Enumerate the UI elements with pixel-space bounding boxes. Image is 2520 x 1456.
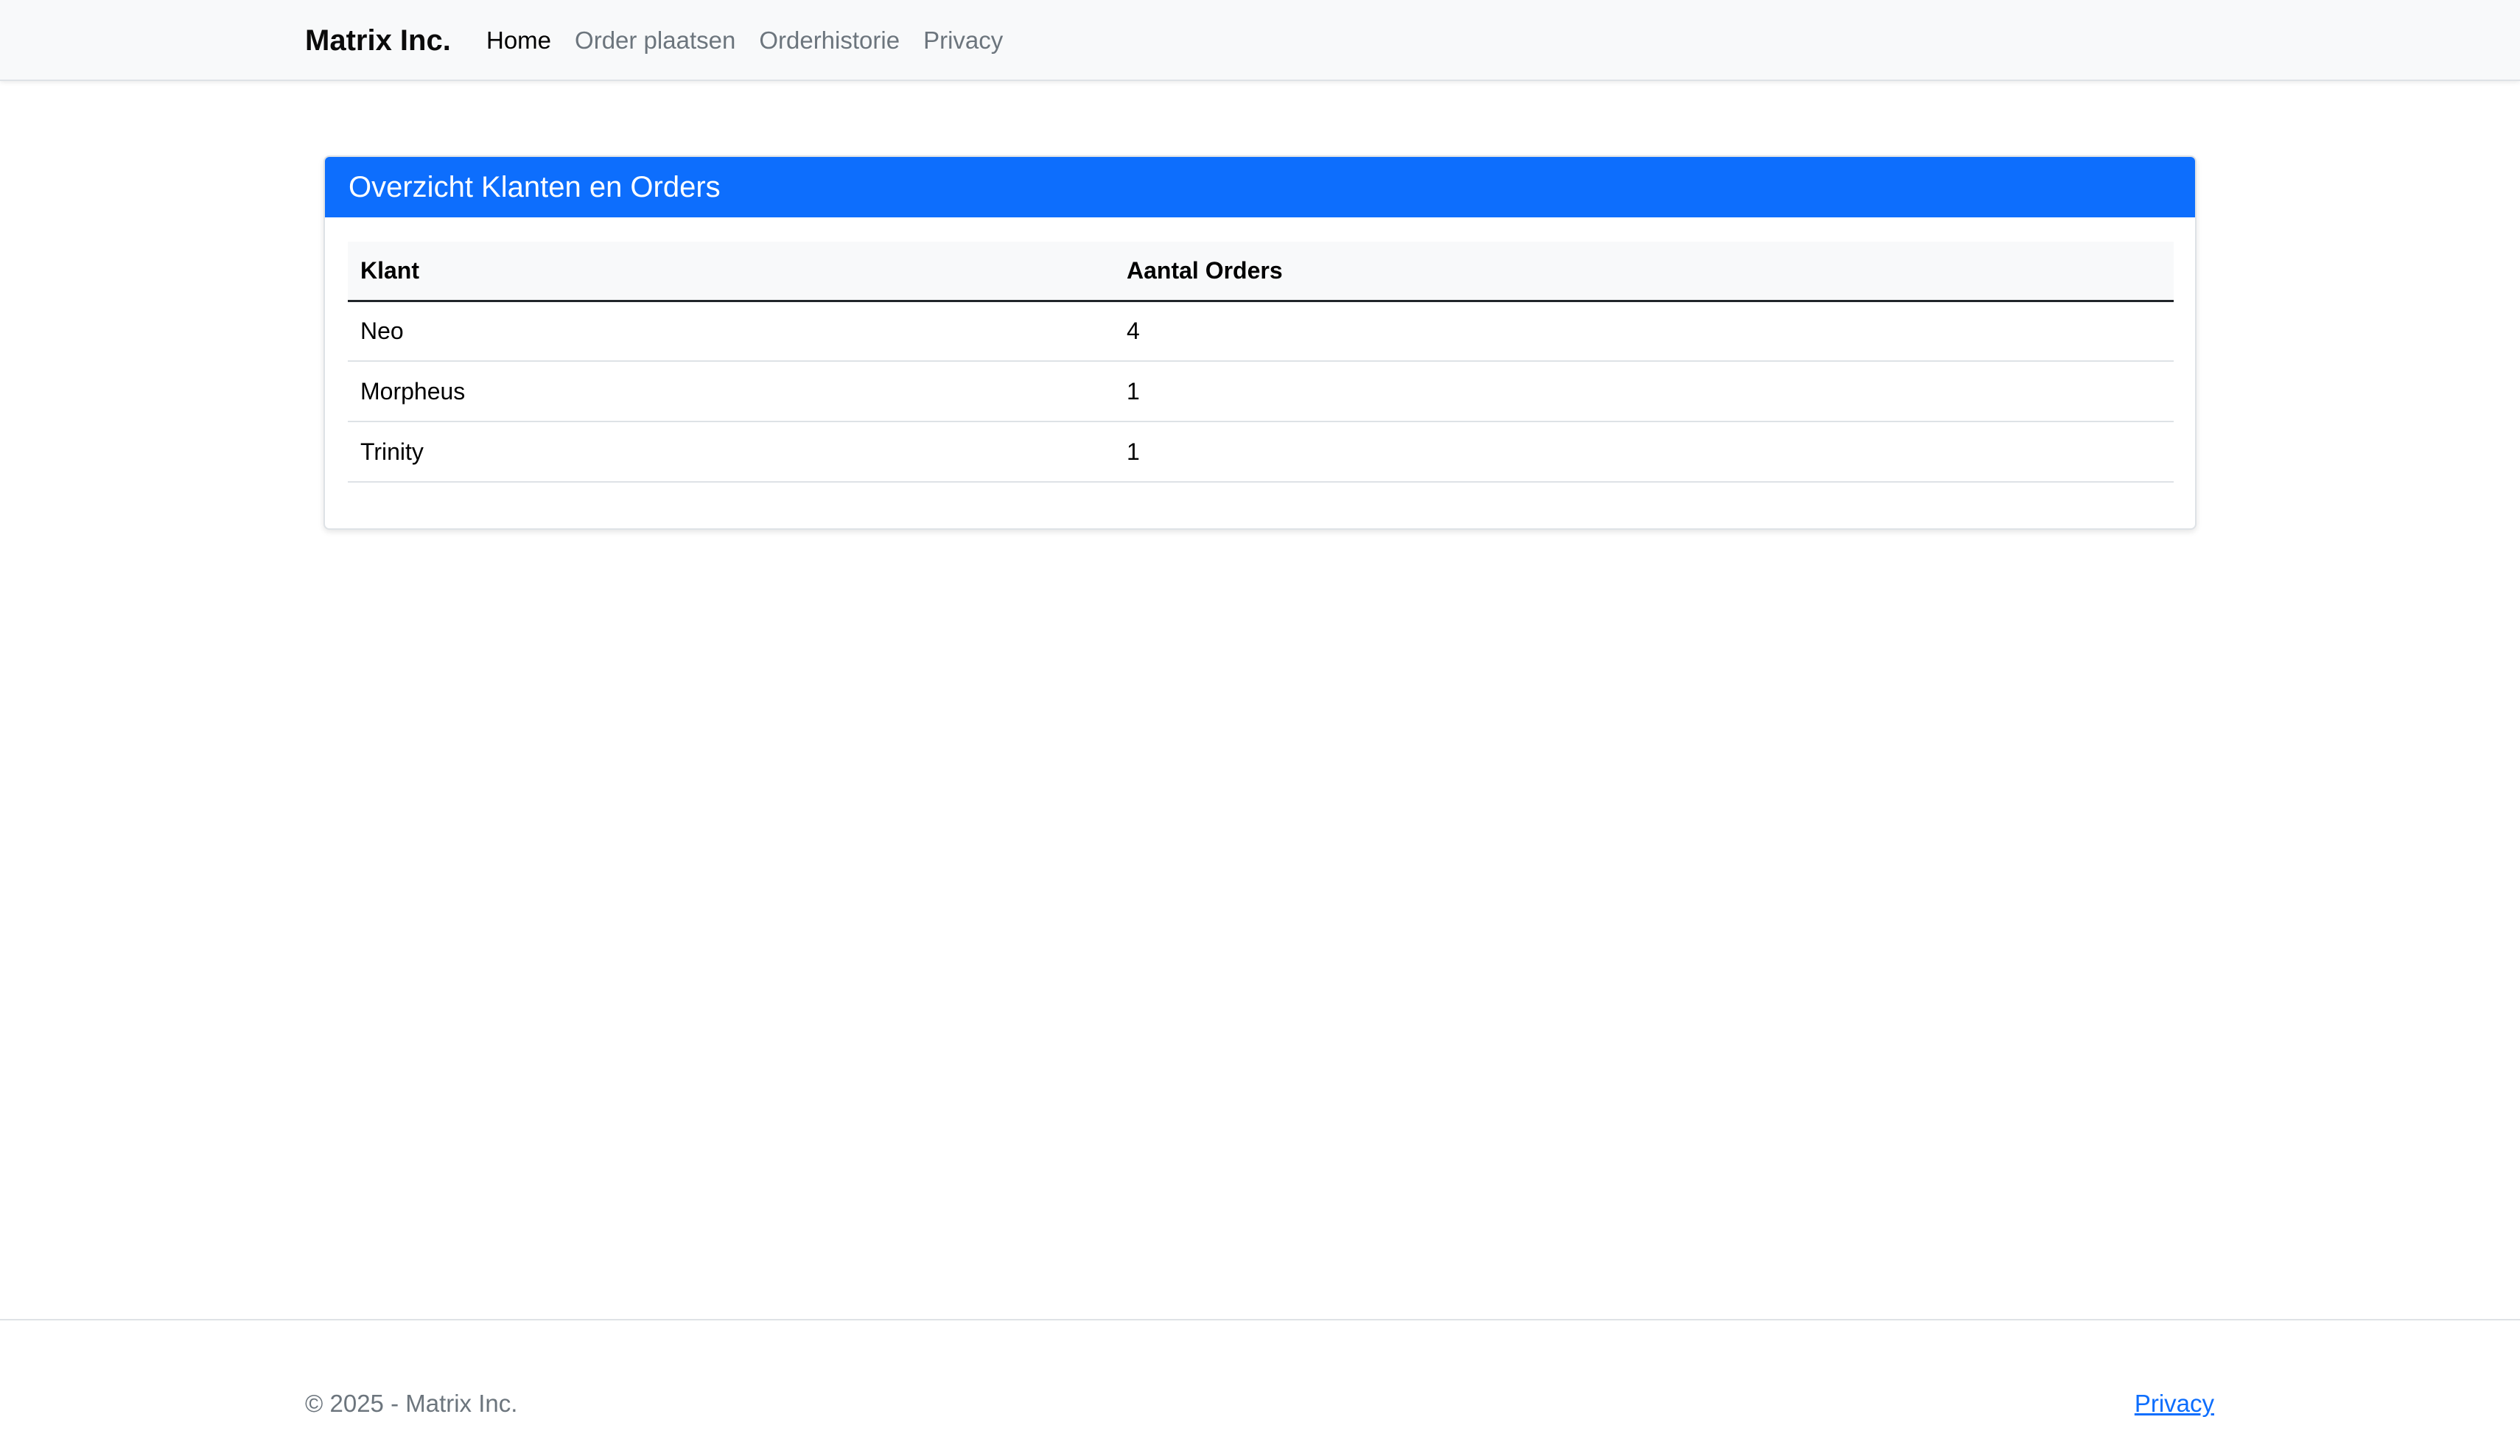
column-header-aantal-orders: Aantal Orders [1114,242,2174,302]
customers-orders-card: Overzicht Klanten en Orders Klant Aantal… [323,155,2197,530]
cell-klant: Neo [348,301,1114,362]
cell-aantal-orders: 1 [1114,361,2174,422]
nav-links: Home Order plaatsen Orderhistorie Privac… [486,0,1026,81]
nav-link-privacy[interactable]: Privacy [923,27,1003,55]
table-header-row: Klant Aantal Orders [348,242,2174,302]
cell-aantal-orders: 1 [1114,421,2174,483]
nav-link-order-plaatsen[interactable]: Order plaatsen [575,27,735,55]
copyright-text: © 2025 - Matrix Inc. [305,1390,518,1417]
footer-privacy-link[interactable]: Privacy [2135,1390,2214,1418]
cell-klant: Morpheus [348,361,1114,422]
nav-link-home[interactable]: Home [486,27,551,55]
column-header-klant: Klant [348,242,1114,302]
cell-klant: Trinity [348,421,1114,483]
table-row: Neo 4 [348,301,2174,362]
table-row: Trinity 1 [348,421,2174,483]
table-container: Klant Aantal Orders Neo 4 Morpheus 1 Tri… [348,242,2174,483]
cell-aantal-orders: 4 [1114,301,2174,362]
brand-link[interactable]: Matrix Inc. [305,0,451,81]
card-title: Overzicht Klanten en Orders [325,157,2195,217]
top-navbar: Matrix Inc. Home Order plaatsen Orderhis… [0,0,2520,81]
table-row: Morpheus 1 [348,361,2174,422]
nav-link-orderhistorie[interactable]: Orderhistorie [759,27,900,55]
customers-orders-table: Klant Aantal Orders Neo 4 Morpheus 1 Tri… [348,242,2174,483]
page-footer: © 2025 - Matrix Inc. Privacy [0,1319,2520,1456]
